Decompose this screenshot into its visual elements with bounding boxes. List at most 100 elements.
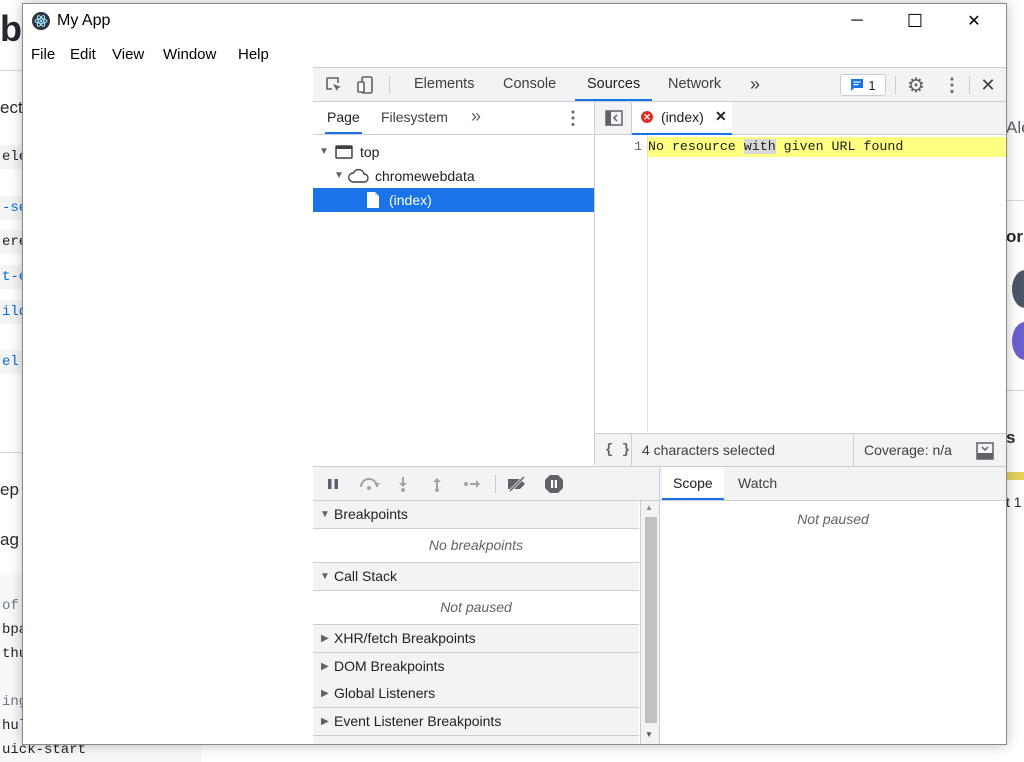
tab-console[interactable]: Console [503,68,556,101]
step-into-icon[interactable] [393,474,413,494]
tree-item-index[interactable]: (index) [313,188,594,212]
pretty-print-icon[interactable]: { } [605,434,630,466]
issues-count: 1 [868,77,876,93]
close-tab-icon[interactable]: ✕ [715,108,727,125]
maximize-icon: ☐ [906,10,924,31]
more-tabs-chevron-icon[interactable]: » [750,68,760,101]
selection-status: 4 characters selected [642,442,776,458]
inspect-element-icon[interactable] [323,74,345,96]
call-stack-empty: Not paused [313,591,639,625]
editor-status-bar: { } 4 characters selected Coverage: n/a [595,433,1006,466]
bg-code-link: t-e [0,265,22,289]
editor-tab-index[interactable]: ✕ (index) ✕ [632,102,732,135]
pause-on-exceptions-icon[interactable] [543,473,565,495]
bg-code-link: el [0,350,22,374]
source-editor: ✕ (index) ✕ 1 No resource with given URL… [595,102,1006,466]
tab-page[interactable]: Page [325,102,362,134]
sources-navigator: Page Filesystem » ⋮ ▼ top ▼ chromewebdat… [313,102,595,465]
devtools-panel: Elements Console Sources Network » 1 ⚙ ⋮… [313,67,1006,744]
bg-code: ere [0,230,22,254]
navigator-menu-kebab-icon[interactable]: ⋮ [563,107,583,129]
tree-item-origin[interactable]: ▼ chromewebdata [313,164,594,188]
bg-code-link: ild [0,300,22,324]
tab-network[interactable]: Network [668,68,721,101]
document-file-icon [367,192,379,208]
csp-violation-breakpoints-section-header[interactable]: ▶ CSP Violation Breakpoints [313,736,639,744]
scroll-up-arrow-icon[interactable]: ▲ [645,503,653,512]
menu-edit[interactable]: Edit [70,46,96,63]
step-icon[interactable] [461,474,483,494]
global-listeners-section-header[interactable]: ▶ Global Listeners [313,680,639,708]
maximize-button[interactable]: ☐ [892,4,938,38]
message-icon [851,79,864,91]
toggle-navigator-icon[interactable] [603,108,625,128]
more-nav-tabs-chevron-icon[interactable]: » [471,102,481,134]
dom-breakpoints-section-header[interactable]: ▶ DOM Breakpoints [313,653,639,681]
close-devtools-icon[interactable]: ✕ [977,74,999,96]
scope-empty: Not paused [797,511,869,527]
menu-help[interactable]: Help [238,46,269,63]
expand-triangle-icon: ▶ [321,633,329,644]
scope-watch-pane: Scope Watch Not paused [660,466,1006,744]
frame-icon [335,145,353,159]
xhr-breakpoints-section-header[interactable]: ▶ XHR/fetch Breakpoints [313,625,639,653]
bg-code: ele [0,145,22,169]
devtools-toolbar: Elements Console Sources Network » 1 ⚙ ⋮… [313,68,1006,102]
scrollbar-thumb[interactable] [645,517,657,723]
minimize-icon: ─ [851,12,863,29]
debugger-sidebar: ▼ Breakpoints No breakpoints ▼ Call Stac… [313,466,660,744]
step-over-icon[interactable] [357,474,381,494]
device-toolbar-icon[interactable] [355,74,377,96]
selected-text: with [743,139,776,154]
expand-triangle-icon: ▶ [321,716,329,727]
more-options-kebab-icon[interactable]: ⋮ [941,74,963,96]
coverage-status: Coverage: n/a [864,442,952,458]
tab-elements[interactable]: Elements [414,68,474,101]
code-line[interactable]: No resource with given URL found [648,137,1006,157]
issues-badge[interactable]: 1 [840,74,886,96]
scroll-down-arrow-icon[interactable]: ▼ [645,730,653,739]
collapse-triangle-icon: ▼ [320,509,330,520]
debugger-toolbar [313,467,659,501]
menu-view[interactable]: View [112,46,144,63]
breakpoints-empty: No breakpoints [313,529,639,563]
minimize-button[interactable]: ─ [834,4,880,38]
step-out-icon[interactable] [427,474,447,494]
bg-heading: b [0,8,22,49]
tree-item-top[interactable]: ▼ top [313,140,594,164]
expand-triangle-icon: ▼ [334,170,344,181]
deactivate-breakpoints-icon[interactable] [505,474,529,494]
debugger-scrollbar[interactable]: ▲ ▼ [640,501,659,744]
tab-sources[interactable]: Sources [575,68,653,101]
close-icon: ✕ [967,13,981,30]
tab-watch[interactable]: Watch [738,467,777,500]
bg-text: ep [0,480,19,499]
toggle-debugger-sidebar-icon[interactable] [975,441,995,461]
expand-triangle-icon: ▼ [319,146,329,157]
expand-triangle-icon: ▶ [321,688,329,699]
settings-gear-icon[interactable]: ⚙ [905,74,927,97]
window-title: My App [57,12,111,29]
pause-icon[interactable] [323,474,343,494]
menu-window[interactable]: Window [163,46,216,63]
electron-app-icon [32,12,50,30]
event-listener-breakpoints-section-header[interactable]: ▶ Event Listener Breakpoints [313,708,639,736]
close-button[interactable]: ✕ [951,4,997,38]
bg-text: ag [0,530,19,549]
error-icon: ✕ [641,111,653,123]
cloud-icon [348,169,369,183]
breakpoints-section-header[interactable]: ▼ Breakpoints [313,501,639,529]
app-window: My App ─ ☐ ✕ File Edit View Window Help … [22,3,1007,745]
expand-triangle-icon: ▶ [321,661,329,672]
tab-scope[interactable]: Scope [662,467,724,500]
line-gutter: 1 [595,135,648,432]
collapse-triangle-icon: ▼ [320,571,330,582]
title-bar[interactable]: My App ─ ☐ ✕ [23,4,1006,38]
menu-bar: File Edit View Window Help [23,40,1006,68]
tab-filesystem[interactable]: Filesystem [381,102,448,134]
line-number: 1 [634,139,642,154]
bg-code-link: -se [0,196,22,220]
call-stack-section-header[interactable]: ▼ Call Stack [313,563,639,591]
menu-file[interactable]: File [31,46,55,63]
bg-text: ect [0,98,23,117]
